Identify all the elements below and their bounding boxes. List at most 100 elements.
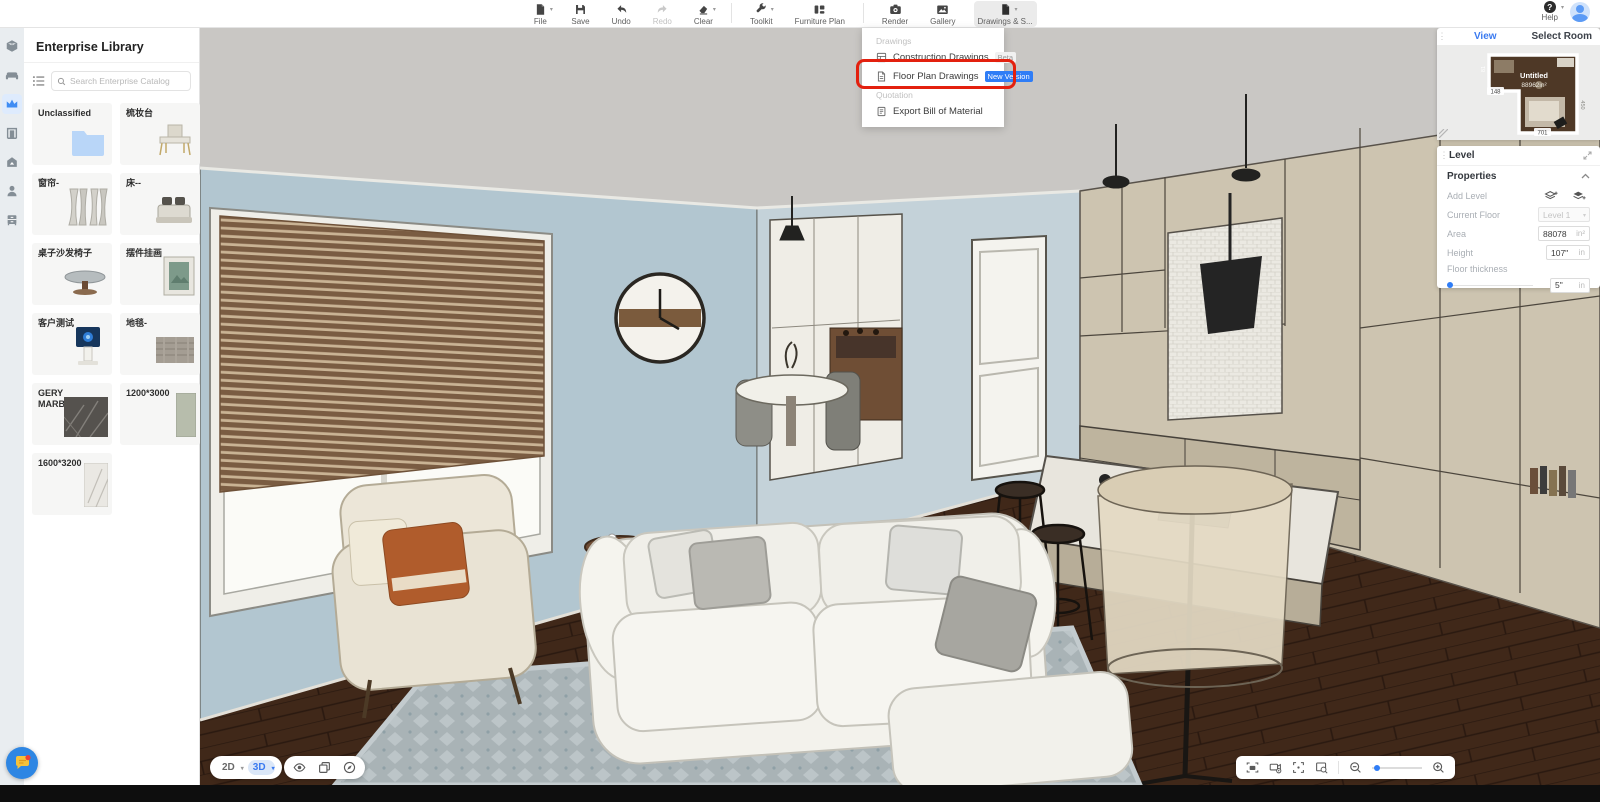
- sidebar-item-doors-windows[interactable]: [2, 123, 22, 143]
- slider-thumb[interactable]: [1447, 282, 1453, 288]
- green-tile-thumbnail: [176, 393, 196, 442]
- expand-panel-icon[interactable]: [1583, 151, 1592, 160]
- sidebar-item-cabinet[interactable]: [2, 210, 22, 230]
- menu-item-floor-plan-drawings[interactable]: Floor Plan Drawings New Version: [862, 67, 1004, 86]
- camera-zoom-pill: [1236, 756, 1455, 779]
- toolkit-button[interactable]: Toolkit: [746, 1, 777, 27]
- tab-select-room[interactable]: Select Room: [1524, 31, 1600, 42]
- scene-3d-view[interactable]: [200, 28, 1600, 785]
- table-thumbnail: [62, 265, 108, 302]
- sidebar-item-models[interactable]: [2, 36, 22, 56]
- zoom-slider-thumb[interactable]: [1374, 765, 1380, 771]
- camera-view-icon[interactable]: [1246, 761, 1259, 774]
- dark-marble-thumbnail: [64, 397, 108, 442]
- user-avatar[interactable]: [1570, 2, 1590, 22]
- library-grid: Unclassified 梳妆台 窗帘- 床-- 桌子沙发椅子 摆件挂画 客户测…: [24, 97, 199, 521]
- house-icon: [5, 155, 19, 169]
- center-focus-icon[interactable]: [1292, 761, 1305, 774]
- drawings-button[interactable]: Drawings & S...: [974, 1, 1037, 27]
- library-item-gery-marbles[interactable]: GERY MARBLES: [32, 383, 112, 445]
- search-input[interactable]: [70, 76, 185, 86]
- library-item-unclassified[interactable]: Unclassified: [32, 103, 112, 165]
- layers-cube-icon[interactable]: [318, 761, 331, 774]
- slider-track: [1447, 285, 1533, 287]
- library-item-tile-1600x3200[interactable]: 1600*3200: [32, 453, 112, 515]
- sidebar-item-avatar[interactable]: [2, 181, 22, 201]
- mode-2d-button[interactable]: 2D: [217, 760, 244, 775]
- walkthrough-compass-icon[interactable]: [343, 761, 356, 774]
- library-item-dresser[interactable]: 梳妆台: [120, 103, 200, 165]
- area-input[interactable]: 88078in²: [1538, 226, 1590, 241]
- library-item-bed[interactable]: 床--: [120, 173, 200, 235]
- toolbar-divider: [731, 3, 732, 23]
- menu-item-export-bom[interactable]: Export Bill of Material: [862, 102, 1004, 121]
- help-icon: ?: [1544, 1, 1556, 13]
- sidebar-item-furniture[interactable]: [2, 65, 22, 85]
- zoom-slider[interactable]: [1372, 763, 1422, 773]
- eraser-icon: [697, 3, 710, 16]
- help-button[interactable]: ? Help: [1542, 1, 1558, 22]
- door-icon: [5, 126, 19, 140]
- menu-item-construction-drawings[interactable]: Construction Drawings Beta: [862, 48, 1004, 67]
- clear-button[interactable]: Clear: [690, 1, 717, 27]
- file-icon: [534, 3, 547, 16]
- file-button[interactable]: File: [527, 1, 553, 27]
- library-item-curtain[interactable]: 窗帘-: [32, 173, 112, 235]
- current-floor-select[interactable]: Level 1: [1538, 207, 1590, 222]
- minimap[interactable]: Untitled 88962in² 148 701 81 450: [1437, 45, 1600, 140]
- furniture-plan-button[interactable]: Furniture Plan: [791, 1, 849, 27]
- library-item-table-sofa-chair[interactable]: 桌子沙发椅子: [32, 243, 112, 305]
- undo-button[interactable]: Undo: [608, 1, 635, 27]
- add-level-above-button[interactable]: [1540, 188, 1562, 203]
- chat-button[interactable]: [6, 747, 38, 779]
- gallery-button[interactable]: Gallery: [926, 1, 959, 27]
- add-level-label: Add Level: [1447, 191, 1487, 201]
- library-item-customer-test[interactable]: 客户测试: [32, 313, 112, 375]
- library-item-tile-1200x3000[interactable]: 1200*3000: [120, 383, 200, 445]
- kiosk-thumbnail: [68, 325, 108, 372]
- view-panel: View Select Room Untitled 88962in² 148 7…: [1437, 28, 1600, 140]
- save-button[interactable]: Save: [567, 1, 593, 27]
- zoom-in-icon[interactable]: [1432, 761, 1445, 774]
- menu-section-drawings: Drawings: [862, 32, 1004, 48]
- search-box[interactable]: [51, 71, 191, 91]
- minimap-resize-handle[interactable]: [1439, 129, 1448, 138]
- floor-thickness-input[interactable]: 5"in: [1550, 278, 1590, 293]
- minimap-dim-right: 450: [1579, 100, 1585, 109]
- save-icon: [574, 3, 587, 16]
- toolbar-divider: [863, 3, 864, 23]
- tab-view[interactable]: View: [1447, 31, 1524, 42]
- redo-icon: [656, 3, 669, 16]
- preview-snapshot-icon[interactable]: [1315, 761, 1328, 774]
- add-layer-below-icon: [1572, 190, 1586, 201]
- framed-art-thumbnail: [162, 255, 196, 302]
- properties-section-title: Properties: [1447, 171, 1496, 182]
- zoom-out-icon[interactable]: [1349, 761, 1362, 774]
- area-label: Area: [1447, 229, 1466, 239]
- visibility-eye-icon[interactable]: [293, 761, 306, 774]
- sidebar-item-decoration[interactable]: [2, 152, 22, 172]
- add-level-below-button[interactable]: [1568, 188, 1590, 203]
- wrench-icon: [755, 3, 768, 16]
- mode-3d-button[interactable]: 3D: [248, 760, 275, 775]
- collapse-chevron-icon[interactable]: [1581, 173, 1590, 179]
- top-toolbar: File Save Undo Redo Clear Toolkit Furnit…: [0, 0, 1600, 28]
- drawings-icon: [999, 3, 1012, 16]
- camera-settings-icon[interactable]: [1269, 761, 1282, 774]
- cabinet-icon: [5, 213, 19, 227]
- height-input[interactable]: 107"in: [1546, 245, 1590, 260]
- sidebar-item-enterprise-library[interactable]: [2, 94, 22, 114]
- floor-thickness-slider[interactable]: [1447, 280, 1533, 290]
- library-item-carpet[interactable]: 地毯-: [120, 313, 200, 375]
- add-layer-icon: [1544, 190, 1558, 201]
- list-view-toggle-icon[interactable]: [32, 74, 46, 88]
- level-drag-handle[interactable]: [1439, 150, 1449, 161]
- left-icon-rail: [0, 28, 24, 785]
- panel-drag-handle[interactable]: [1437, 31, 1447, 42]
- carpet-thumbnail: [154, 333, 196, 372]
- render-button[interactable]: Render: [878, 1, 912, 27]
- library-item-wall-art[interactable]: 摆件挂画: [120, 243, 200, 305]
- undo-icon: [615, 3, 628, 16]
- folder-icon: [68, 125, 108, 162]
- redo-button[interactable]: Redo: [649, 1, 676, 27]
